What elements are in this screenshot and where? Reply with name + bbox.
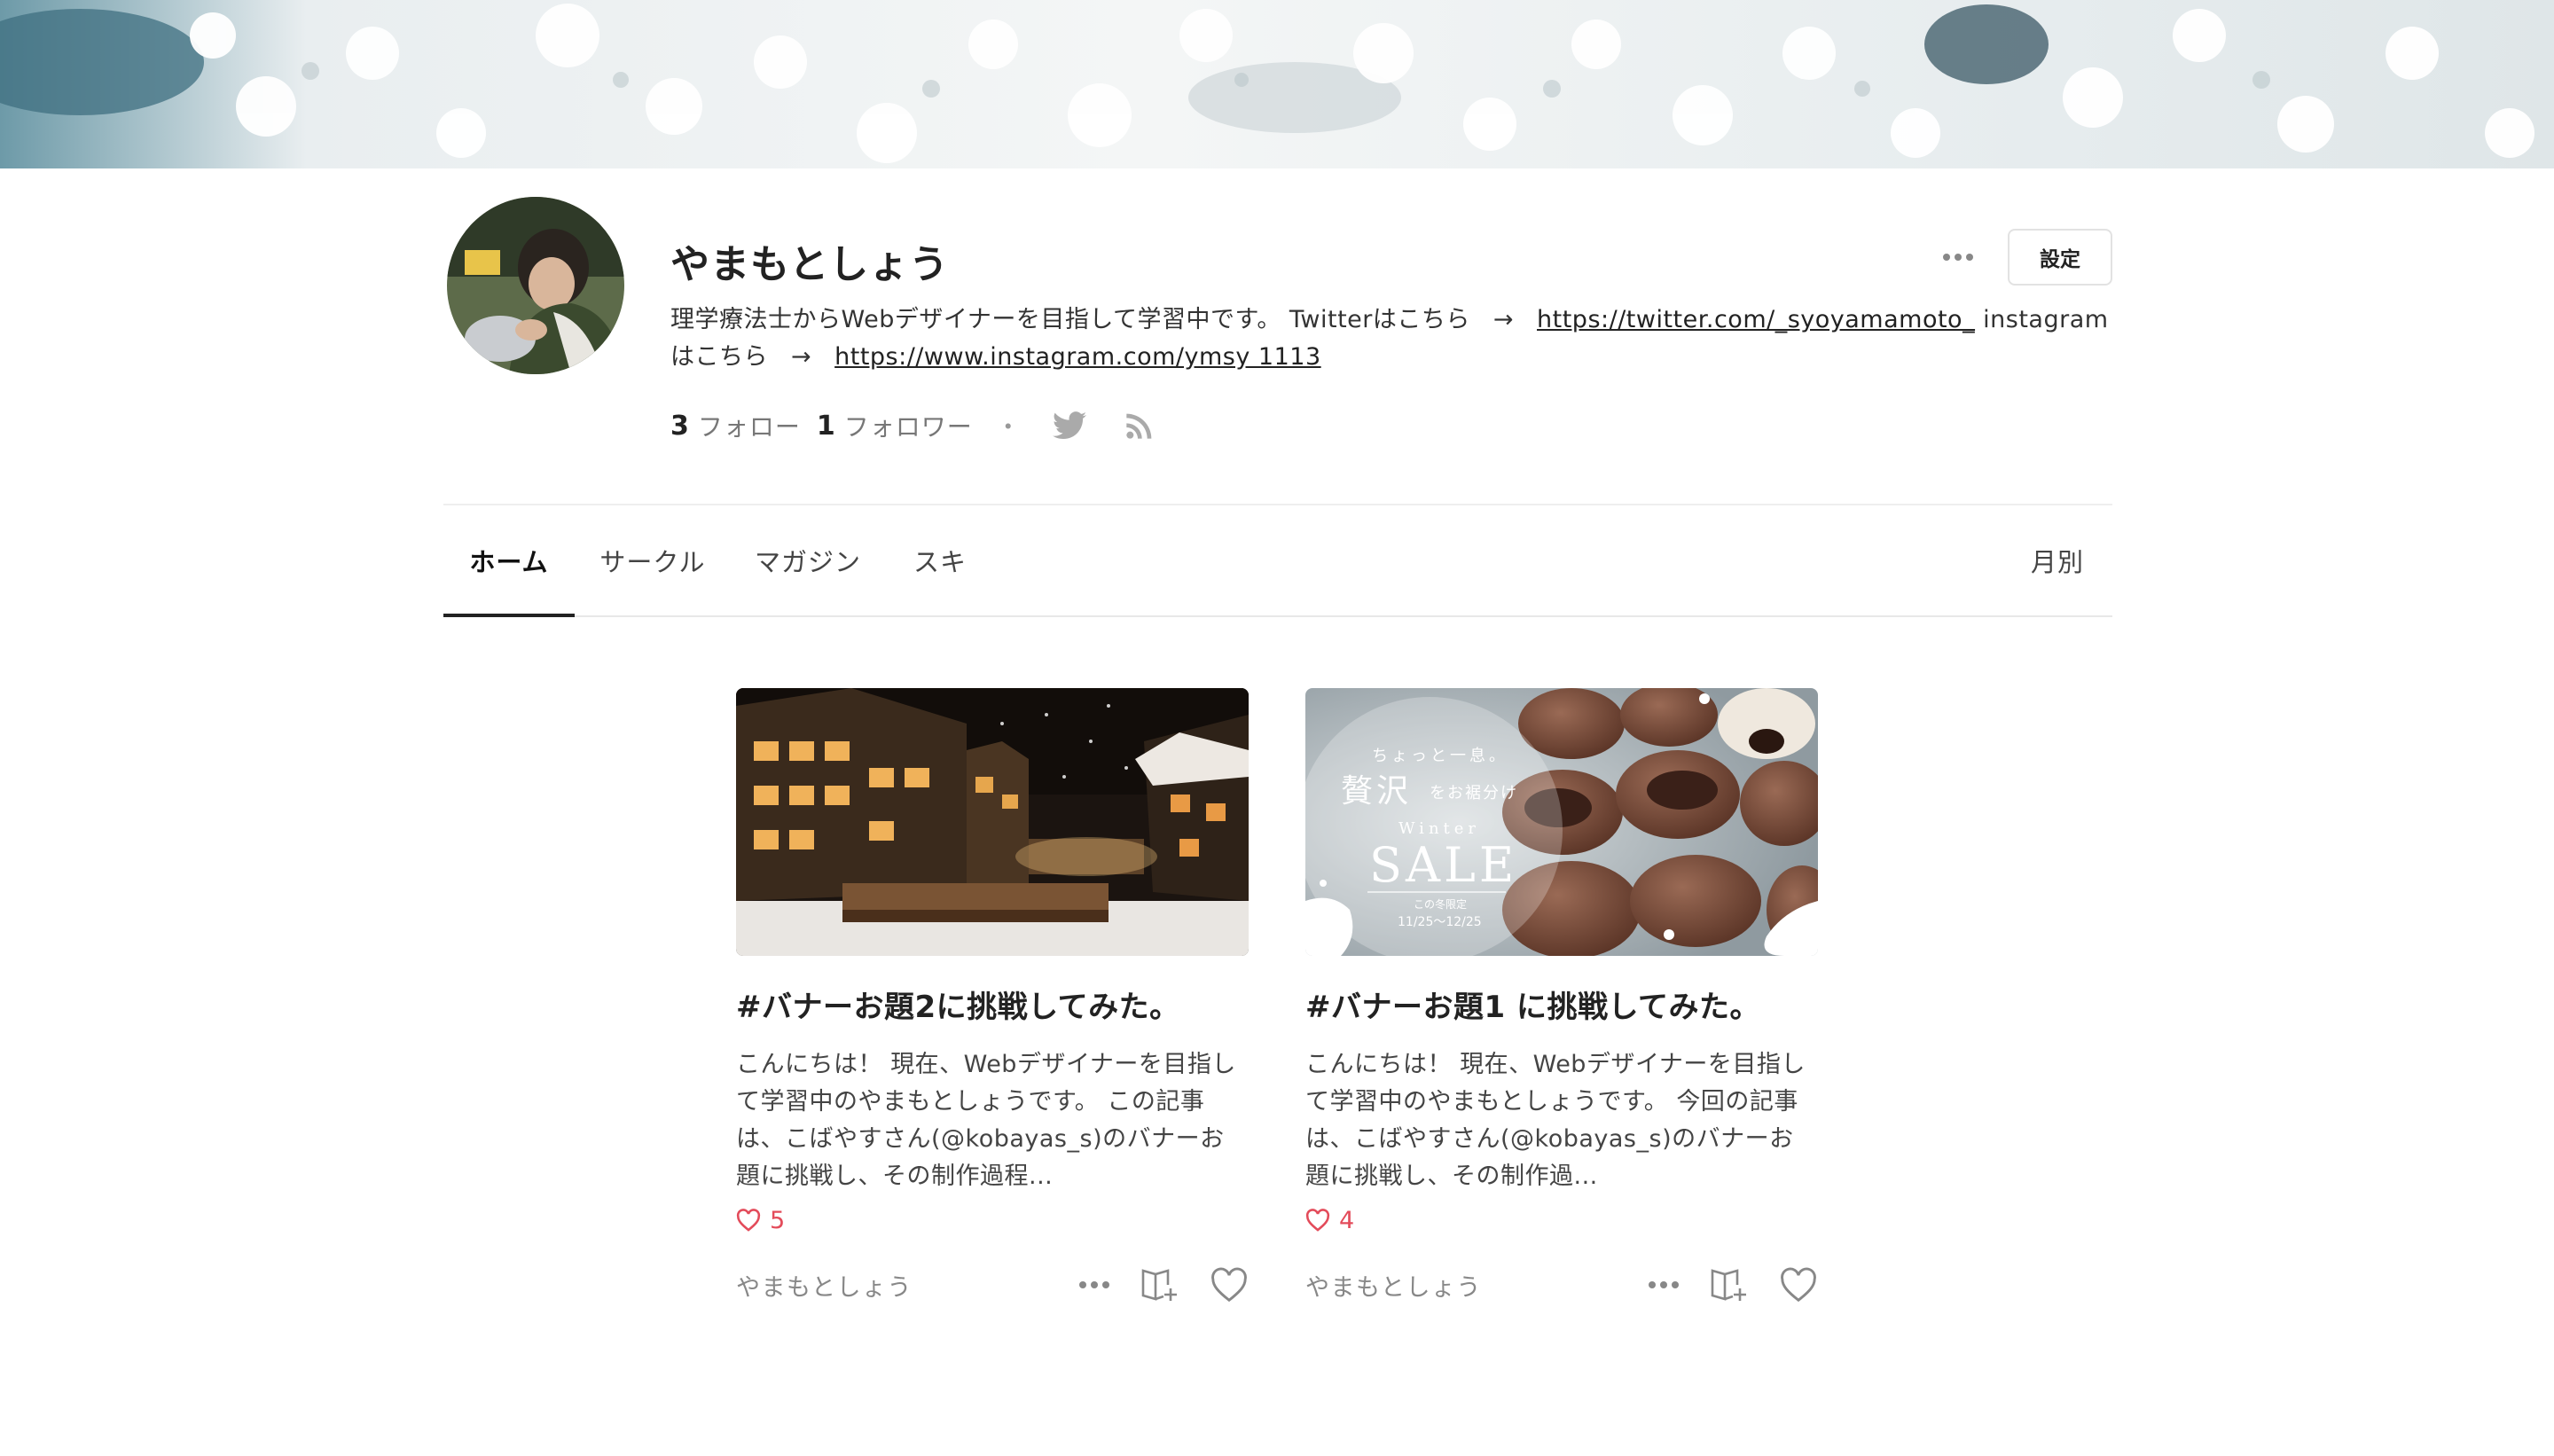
tab-monthly[interactable]: 月別: [2013, 505, 2102, 615]
stats-separator: ・: [995, 412, 1021, 442]
note-card[interactable]: ちょっと一息。 贅沢 をお裾分け Winter SALE この冬限定 11/25…: [1305, 688, 1818, 1307]
like-count-value: 5: [770, 1206, 786, 1234]
note-actions: [1618, 1263, 1818, 1307]
note-footer: やまもとしょう: [736, 1263, 1249, 1307]
banner-small: をお裾分け: [1430, 784, 1518, 802]
like-count: 4: [1305, 1204, 1818, 1236]
more-icon: [1943, 254, 1973, 261]
avatar[interactable]: [447, 197, 624, 374]
avatar-photo: [447, 197, 624, 374]
banner-big: 贅沢: [1341, 773, 1412, 810]
ginzan-onsen-thumbnail: [736, 688, 1249, 956]
twitter-icon: [1052, 411, 1086, 440]
note-footer: やまもとしょう: [1305, 1263, 1818, 1307]
chocolate-sale-banner: ちょっと一息。 贅沢 をお裾分け Winter SALE この冬限定 11/25…: [1305, 688, 1818, 956]
note-more-button[interactable]: [1078, 1280, 1110, 1289]
more-icon: [1649, 1281, 1679, 1288]
profile-stats: 3 フォロー 1 フォロワー ・: [670, 406, 1180, 445]
note-excerpt: こんにちは！ 現在、Webデザイナーを目指して学習中のやまもとしょうです。 今回…: [1305, 1051, 1806, 1190]
note-actions: [1048, 1263, 1249, 1307]
note-title[interactable]: #バナーお題1 に挑戦してみた。: [1305, 988, 1818, 1027]
magazine-add-icon: [1711, 1269, 1746, 1301]
tab-magazine[interactable]: マガジン: [733, 505, 883, 615]
heart-small-icon: [736, 1209, 761, 1232]
like-button[interactable]: [1779, 1267, 1818, 1303]
profile-bio: 理学療法士からWebデザイナーを目指して学習中です。 Twitterはこちら → h…: [670, 301, 2116, 376]
note-excerpt: こんにちは！ 現在、Webデザイナーを目指して学習中のやまもとしょうです。 この…: [736, 1051, 1236, 1190]
heart-icon: [1211, 1267, 1247, 1303]
banner-sale: SALE: [1369, 837, 1517, 893]
profile-tabs: ホーム サークル マガジン スキ 月別: [443, 505, 2112, 617]
follow-count[interactable]: 3: [670, 411, 689, 442]
banner-winter: Winter: [1398, 819, 1480, 838]
tab-home[interactable]: ホーム: [443, 505, 575, 617]
follow-label[interactable]: フォロー: [698, 408, 801, 443]
like-count-value: 4: [1339, 1206, 1355, 1234]
note-card[interactable]: #バナーお題2に挑戦してみた。 こんにちは！ 現在、Webデザイナーを目指して学…: [736, 688, 1249, 1307]
add-to-magazine-button[interactable]: [1710, 1267, 1749, 1303]
heart-small-icon: [1305, 1209, 1330, 1232]
magazine-add-icon: [1141, 1269, 1177, 1301]
banner-line1: ちょっと一息。: [1372, 747, 1508, 765]
more-options-button[interactable]: [1933, 238, 1983, 277]
bio-text: 理学療法士からWebデザイナーを目指して学習中です。 Twitterはこちら: [670, 306, 1470, 333]
like-button[interactable]: [1210, 1267, 1249, 1303]
note-author[interactable]: やまもとしょう: [736, 1268, 913, 1303]
banner-period-label: この冬限定: [1414, 897, 1467, 911]
tab-suki[interactable]: スキ: [897, 505, 983, 615]
rss-icon: [1126, 413, 1152, 439]
tab-circle[interactable]: サークル: [589, 505, 717, 615]
twitter-link[interactable]: https://twitter.com/_syoyamamoto_: [1537, 306, 1975, 333]
add-to-magazine-button[interactable]: [1140, 1267, 1179, 1303]
bio-arrow-2: →: [791, 343, 812, 371]
profile-name: やまもとしょう: [670, 242, 950, 287]
note-thumbnail[interactable]: [736, 688, 1249, 956]
note-more-button[interactable]: [1648, 1280, 1680, 1289]
follower-label[interactable]: フォロワー: [844, 408, 973, 443]
profile-section: やまもとしょう 設定 理学療法士からWebデザイナーを目指して学習中です。 Tw…: [0, 0, 2554, 505]
settings-button[interactable]: 設定: [2008, 229, 2112, 286]
follower-count[interactable]: 1: [817, 411, 835, 442]
twitter-profile-link[interactable]: [1052, 411, 1086, 440]
heart-icon: [1781, 1267, 1816, 1303]
note-author[interactable]: やまもとしょう: [1305, 1268, 1482, 1303]
bio-arrow: →: [1492, 306, 1515, 333]
banner-period: 11/25〜12/25: [1398, 915, 1482, 929]
rss-link[interactable]: [1125, 411, 1154, 440]
note-thumbnail[interactable]: ちょっと一息。 贅沢 をお裾分け Winter SALE この冬限定 11/25…: [1305, 688, 1818, 956]
note-title[interactable]: #バナーお題2に挑戦してみた。: [736, 988, 1249, 1027]
more-icon: [1079, 1281, 1109, 1288]
instagram-link[interactable]: https://www.instagram.com/ymsy 1113: [834, 343, 1321, 371]
like-count: 5: [736, 1204, 1249, 1236]
